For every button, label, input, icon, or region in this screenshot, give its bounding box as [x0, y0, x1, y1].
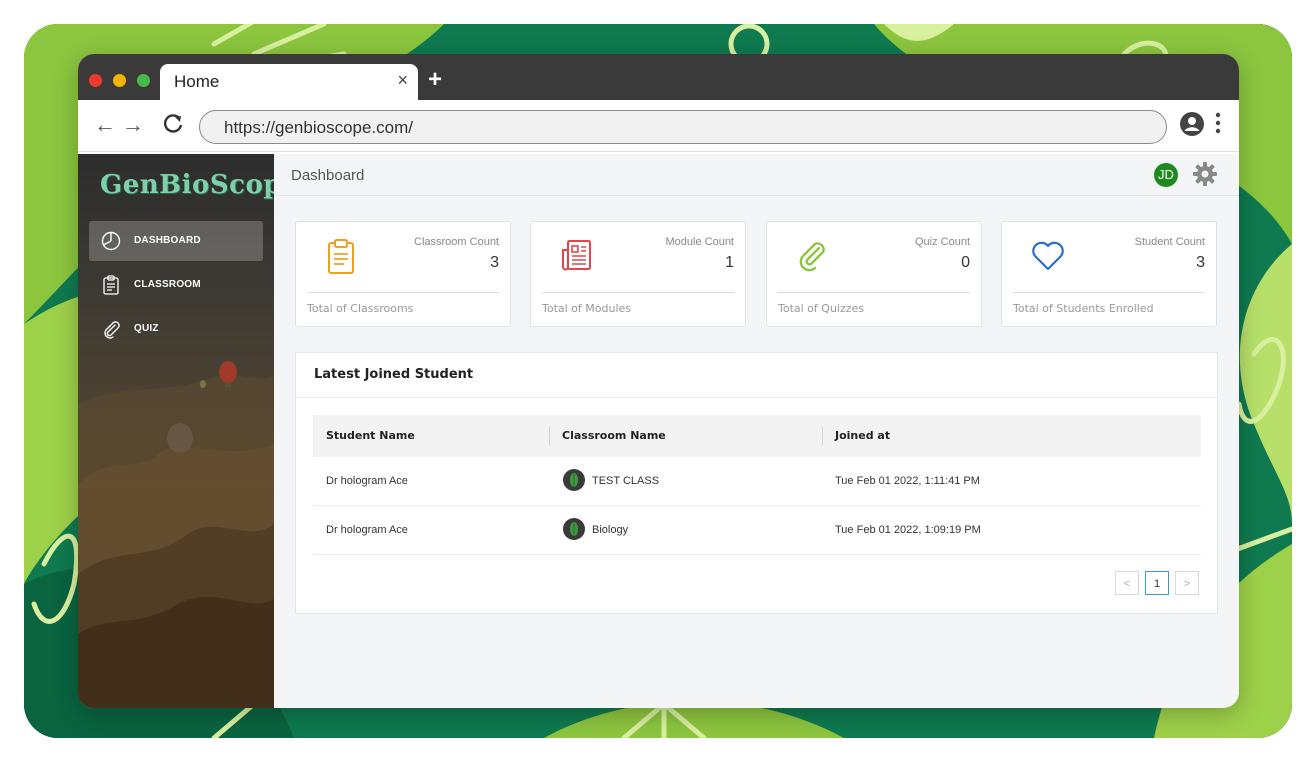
card-footer: Total of Quizzes — [778, 302, 865, 315]
card-footer: Total of Students Enrolled — [1013, 302, 1154, 315]
profile-icon[interactable] — [1180, 112, 1204, 141]
card-divider — [542, 292, 734, 293]
pagination-next-button[interactable]: > — [1175, 571, 1199, 595]
browser-menu-icon[interactable] — [1214, 112, 1222, 134]
url-text: https://genbioscope.com/ — [224, 118, 414, 137]
classroom-name-cell: Biology — [592, 524, 629, 536]
classroom-name-cell: TEST CLASS — [592, 475, 660, 487]
tab-close-icon[interactable]: × — [397, 70, 408, 91]
leaf-icon — [563, 518, 585, 540]
card-label: Quiz Count — [914, 236, 970, 248]
card-divider — [778, 292, 970, 293]
app-logo[interactable]: GenBioScope — [100, 170, 274, 200]
tab-bar: Home × + — [78, 54, 1239, 100]
quiz-count-card[interactable]: Quiz Count 0 Total of Quizzes — [766, 221, 982, 327]
leaf-icon — [563, 469, 585, 491]
card-value: 0 — [961, 254, 970, 271]
window-maximize-dot[interactable] — [137, 74, 150, 87]
sidebar-item-label: DASHBOARD — [134, 235, 201, 246]
back-icon[interactable]: ← — [94, 112, 116, 138]
clipboard-icon — [101, 275, 121, 295]
card-divider — [1013, 292, 1205, 293]
window-minimize-dot[interactable] — [113, 74, 126, 87]
url-input[interactable]: https://genbioscope.com/ — [199, 110, 1167, 144]
heart-icon — [1030, 238, 1066, 279]
sidebar: GenBioScope DASHBOARD CLASSROOM QUIZ — [78, 154, 274, 708]
pie-chart-icon — [101, 231, 121, 251]
gear-icon[interactable] — [1192, 161, 1218, 192]
card-divider — [307, 292, 499, 293]
forward-icon[interactable]: → — [122, 112, 144, 138]
window-close-dot[interactable] — [89, 74, 102, 87]
classroom-count-card[interactable]: Classroom Count 3 Total of Classrooms — [295, 221, 511, 327]
newspaper-icon — [559, 238, 595, 279]
paperclip-icon — [101, 319, 121, 339]
sidebar-item-classroom[interactable]: CLASSROOM — [89, 265, 263, 305]
sidebar-item-label: QUIZ — [134, 323, 159, 334]
module-count-card[interactable]: Module Count 1 Total of Modules — [530, 221, 746, 327]
card-label: Module Count — [665, 236, 735, 248]
card-value: 3 — [490, 254, 499, 271]
card-value: 3 — [1196, 254, 1205, 271]
clipboard-icon — [324, 238, 358, 281]
user-avatar[interactable]: JD — [1154, 163, 1178, 187]
reload-icon[interactable] — [162, 112, 184, 140]
column-divider — [822, 427, 823, 445]
joined-at-cell: Tue Feb 01 2022, 1:09:19 PM — [835, 524, 981, 536]
tab-title: Home — [174, 72, 220, 91]
browser-window: Home × + ← → https://genbioscope.com/ Ge… — [78, 54, 1239, 708]
app-area: GenBioScope DASHBOARD CLASSROOM QUIZ — [78, 154, 1239, 708]
page-title: Dashboard — [291, 167, 365, 184]
column-divider — [549, 427, 550, 445]
pagination-page-button[interactable]: 1 — [1145, 571, 1169, 595]
table-header: Student Name Classroom Name Joined at — [313, 415, 1201, 457]
card-label: Classroom Count — [414, 236, 499, 248]
sidebar-item-dashboard[interactable]: DASHBOARD — [89, 221, 263, 261]
address-bar: ← → https://genbioscope.com/ — [78, 100, 1239, 152]
table-row[interactable]: Dr hologram Ace TEST CLASS Tue Feb 01 20… — [313, 457, 1201, 506]
paperclip-icon — [795, 238, 831, 279]
students-table: Student Name Classroom Name Joined at Dr… — [313, 415, 1201, 555]
column-header-student[interactable]: Student Name — [326, 429, 415, 442]
column-header-joined[interactable]: Joined at — [835, 429, 890, 442]
card-label: Student Count — [1134, 236, 1205, 248]
top-bar: Dashboard JD — [274, 154, 1239, 196]
card-value: 1 — [725, 254, 734, 271]
student-name-cell: Dr hologram Ace — [326, 475, 408, 487]
latest-joined-panel: Latest Joined Student Student Name Class… — [295, 352, 1218, 614]
table-row[interactable]: Dr hologram Ace Biology Tue Feb 01 2022,… — [313, 506, 1201, 555]
student-count-card[interactable]: Student Count 3 Total of Students Enroll… — [1001, 221, 1217, 327]
new-tab-button[interactable]: + — [428, 66, 442, 94]
student-name-cell: Dr hologram Ace — [326, 524, 408, 536]
joined-at-cell: Tue Feb 01 2022, 1:11:41 PM — [835, 475, 980, 487]
card-footer: Total of Modules — [542, 302, 632, 315]
sidebar-item-label: CLASSROOM — [134, 279, 201, 290]
column-header-classroom[interactable]: Classroom Name — [562, 429, 666, 442]
browser-tab-home[interactable]: Home × — [160, 64, 418, 100]
sidebar-item-quiz[interactable]: QUIZ — [89, 309, 263, 349]
pagination-prev-button[interactable]: < — [1115, 571, 1139, 595]
main-content: Dashboard JD Classroom Count 3 Total of … — [274, 154, 1239, 708]
panel-title: Latest Joined Student — [314, 367, 474, 382]
panel-divider — [296, 397, 1217, 398]
card-footer: Total of Classrooms — [307, 302, 414, 315]
